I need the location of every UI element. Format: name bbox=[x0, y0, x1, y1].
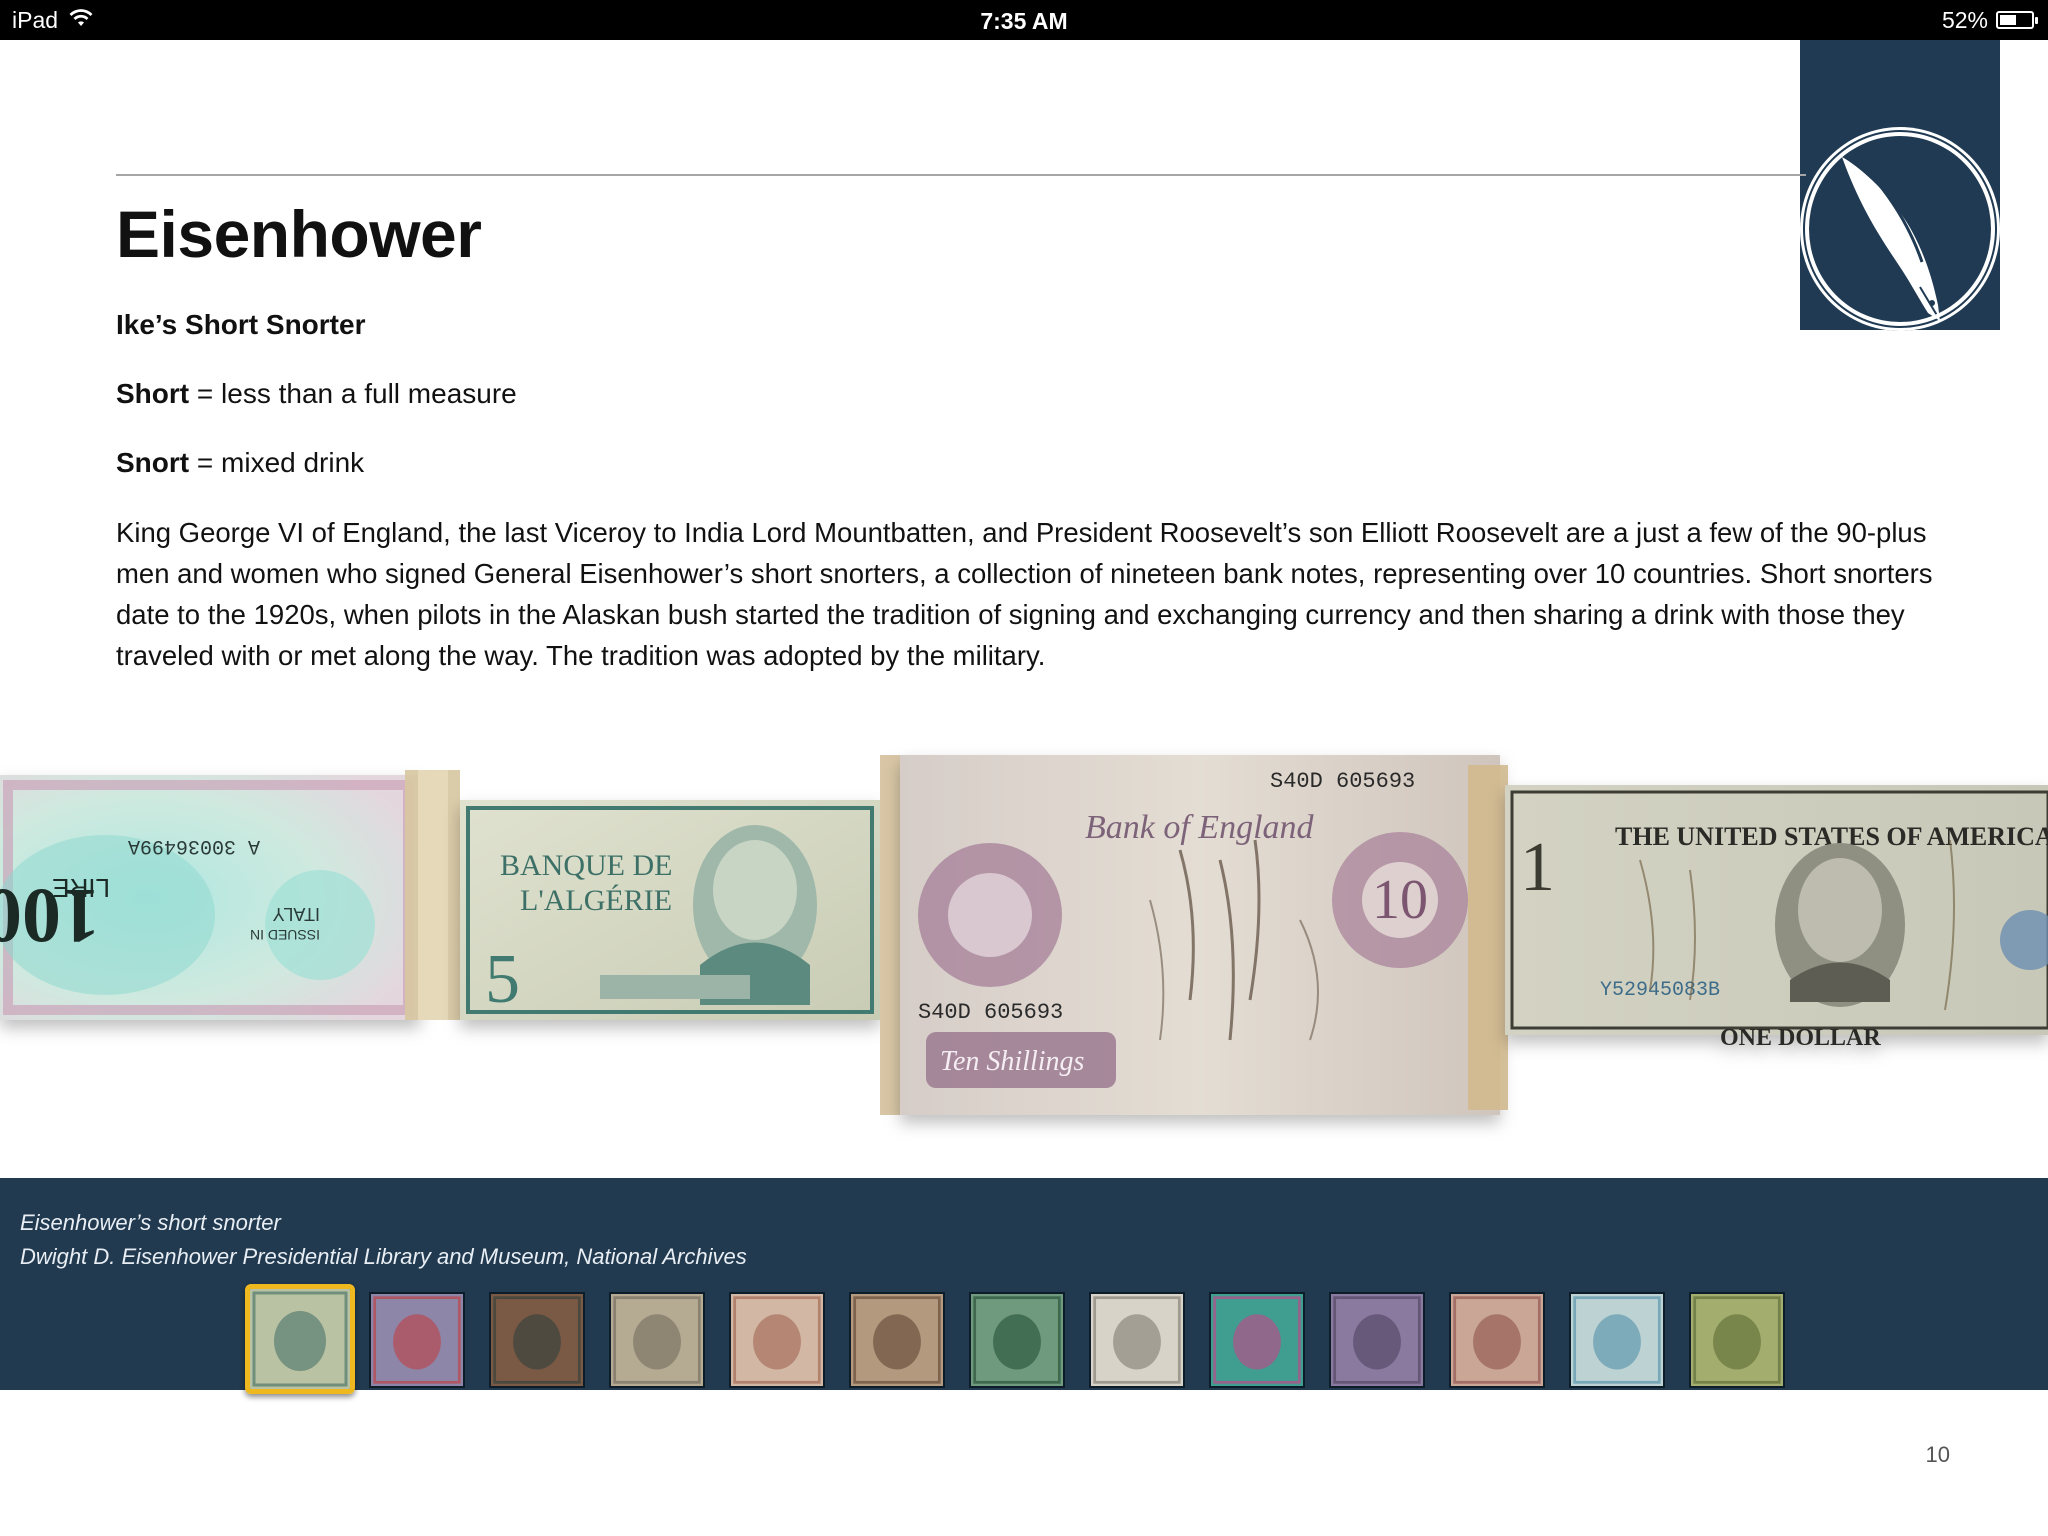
status-right: 52% bbox=[1941, 0, 2038, 40]
thumbnail-art bbox=[1571, 1294, 1663, 1386]
thumbnail[interactable] bbox=[609, 1292, 705, 1388]
thumbnail-art bbox=[851, 1294, 943, 1386]
thumbnail[interactable] bbox=[729, 1292, 825, 1388]
definition-meaning: = less than a full measure bbox=[189, 378, 517, 409]
thumbnail-art bbox=[491, 1294, 583, 1386]
italy-lire-text: LIRE bbox=[52, 873, 110, 903]
england-serial-bottom: S40D 605693 bbox=[918, 1000, 1063, 1025]
thumbnail-selected[interactable] bbox=[245, 1284, 355, 1394]
page-title: Eisenhower bbox=[116, 197, 482, 271]
thumbnail[interactable] bbox=[1329, 1292, 1425, 1388]
england-serial-top: S40D 605693 bbox=[1270, 769, 1415, 794]
italy-serial-text: A 30036499A bbox=[128, 834, 260, 857]
thumbnail[interactable] bbox=[1689, 1292, 1785, 1388]
short-snorter-image[interactable]: 100 LIRE A 30036499A ISSUED IN ITALY BAN… bbox=[0, 740, 2048, 1140]
banknote-strip-art: 100 LIRE A 30036499A ISSUED IN ITALY BAN… bbox=[0, 755, 2048, 1115]
battery-fill bbox=[2000, 15, 2016, 25]
definition-snort: Snort = mixed drink bbox=[116, 447, 364, 479]
caption-title: Eisenhower’s short snorter bbox=[20, 1210, 281, 1235]
page-subtitle: Ike’s Short Snorter bbox=[116, 309, 366, 340]
thumbnail-art bbox=[371, 1294, 463, 1386]
status-time: 7:35 AM bbox=[980, 8, 1068, 34]
title-divider bbox=[116, 174, 1806, 176]
england-bank-text: Bank of England bbox=[1085, 809, 1315, 846]
thumbnail[interactable] bbox=[969, 1292, 1065, 1388]
thumbnail[interactable] bbox=[369, 1292, 465, 1388]
us-serial-text: Y52945083B bbox=[1600, 979, 1720, 1002]
algeria-country-text: L'ALGÉRIE bbox=[520, 884, 672, 917]
battery-percent: 52% bbox=[1941, 6, 1988, 33]
thumbnail-art bbox=[731, 1294, 823, 1386]
thumbnail[interactable] bbox=[489, 1292, 585, 1388]
thumbnail-art bbox=[250, 1289, 350, 1389]
us-label-text: ONE DOLLAR bbox=[1720, 1025, 1881, 1051]
england-label-text: Ten Shillings bbox=[940, 1046, 1085, 1077]
badge-ring bbox=[1805, 132, 1995, 326]
definition-meaning: = mixed drink bbox=[189, 447, 365, 478]
algeria-value-text: 5 bbox=[485, 941, 520, 1018]
thumbnail-art bbox=[1211, 1294, 1303, 1386]
thumbnail-art bbox=[1331, 1294, 1423, 1386]
status-bar: iPad 7:35 AM 52% bbox=[0, 0, 2048, 40]
thumbnail-art bbox=[1091, 1294, 1183, 1386]
definition-term: Short bbox=[116, 378, 190, 409]
thumbnail[interactable] bbox=[849, 1292, 945, 1388]
body-paragraph: King George VI of England, the last Vice… bbox=[116, 517, 1933, 671]
thumbnail-art bbox=[971, 1294, 1063, 1386]
england-value-text: 10 bbox=[1372, 869, 1428, 931]
thumbnail-art bbox=[1451, 1294, 1543, 1386]
definition-term: Snort bbox=[116, 447, 190, 478]
thumbnail[interactable] bbox=[1209, 1292, 1305, 1388]
definition-short: Short = less than a full measure bbox=[116, 378, 517, 410]
page-number: 10 bbox=[1925, 1442, 1950, 1467]
italy-issued-text: ISSUED IN bbox=[250, 927, 320, 943]
thumbnail[interactable] bbox=[1089, 1292, 1185, 1388]
thumbnail-art bbox=[1691, 1294, 1783, 1386]
algeria-bank-text: BANQUE DE bbox=[500, 849, 673, 882]
caption-credit: Dwight D. Eisenhower Presidential Librar… bbox=[20, 1244, 747, 1269]
battery-icon bbox=[1996, 11, 2038, 29]
italy-country-text: ITALY bbox=[273, 904, 320, 924]
us-value-text: 1 bbox=[1520, 829, 1555, 906]
thumbnail[interactable] bbox=[1449, 1292, 1545, 1388]
thumbnail-art bbox=[611, 1294, 703, 1386]
thumbnail[interactable] bbox=[1569, 1292, 1665, 1388]
